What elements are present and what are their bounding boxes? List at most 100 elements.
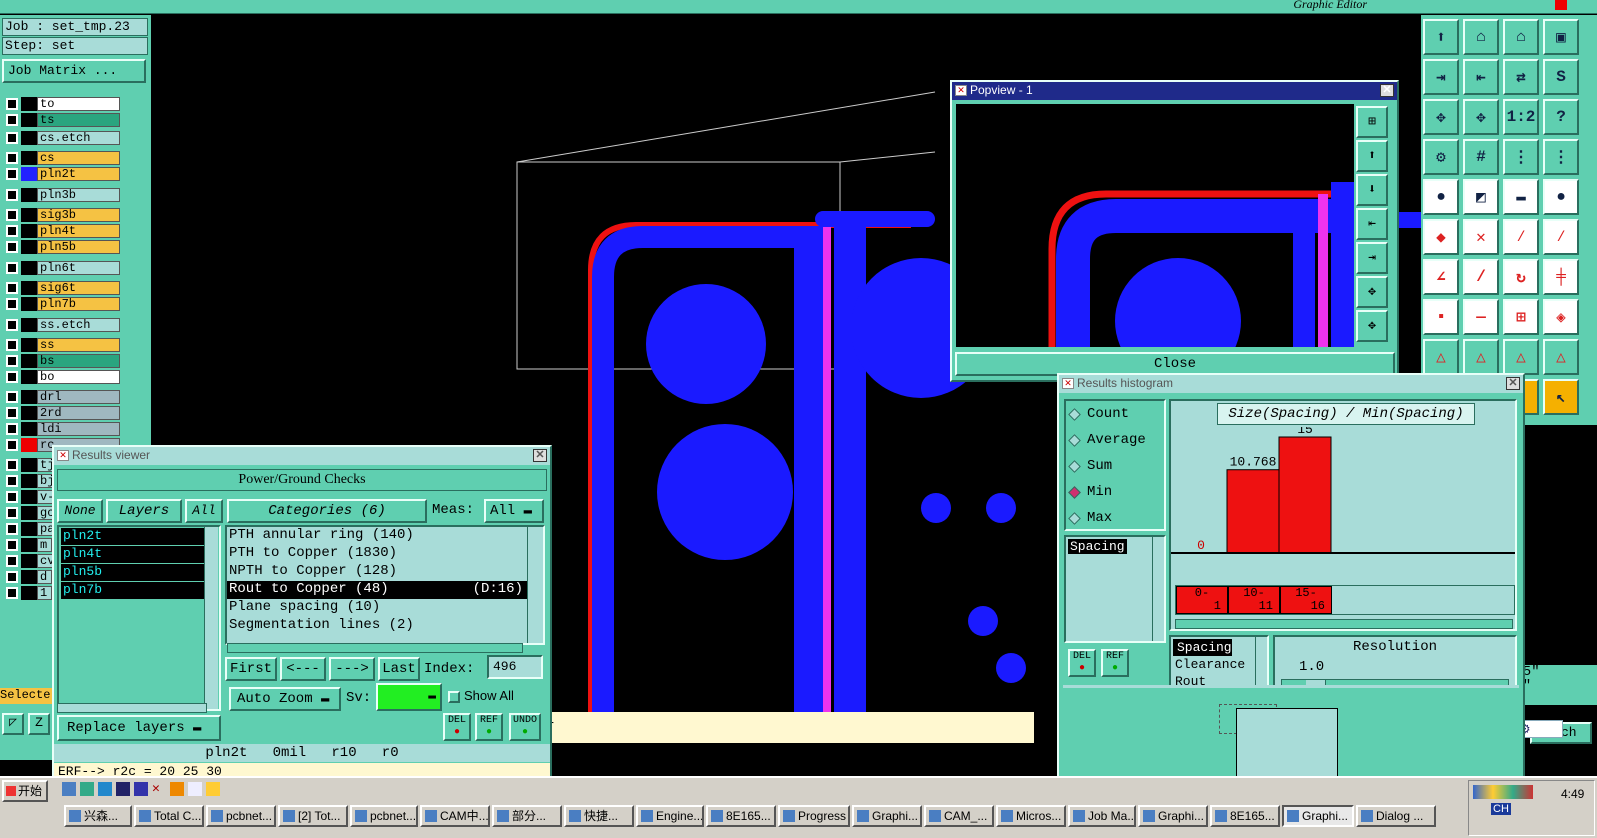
- center-icon[interactable]: ✥: [1463, 99, 1499, 135]
- select-icon[interactable]: ▪: [1423, 299, 1459, 335]
- stat-radio[interactable]: Sum: [1066, 453, 1164, 479]
- next-button[interactable]: --->: [329, 657, 375, 681]
- category-item[interactable]: Plane spacing (10): [227, 599, 527, 617]
- stat-radio[interactable]: Average: [1066, 427, 1164, 453]
- layer-checkbox[interactable]: [6, 571, 18, 583]
- start-button[interactable]: 开始: [2, 780, 48, 802]
- taskbar-item[interactable]: pcbnet...: [206, 805, 276, 827]
- layer-checkbox[interactable]: [6, 339, 18, 351]
- fit-icon[interactable]: ✥: [1423, 99, 1459, 135]
- app-icon[interactable]: [134, 782, 148, 796]
- layer-checkbox[interactable]: [6, 475, 18, 487]
- all-button[interactable]: All: [185, 499, 223, 523]
- layer-checkbox[interactable]: [6, 189, 18, 201]
- stat-radio[interactable]: Max: [1066, 505, 1164, 531]
- browser-icon[interactable]: [98, 782, 112, 796]
- layer-checkbox[interactable]: [6, 241, 18, 253]
- ref-button[interactable]: REF ●: [475, 713, 503, 741]
- category-item[interactable]: Segmentation lines (2): [227, 617, 527, 635]
- zoom-in-icon[interactable]: ⬆: [1423, 19, 1459, 55]
- layer-row[interactable]: pln6t: [2, 261, 120, 275]
- taskbar-item[interactable]: [2] Tot...: [278, 805, 348, 827]
- layer-checkbox[interactable]: [6, 262, 18, 274]
- taskbar-item[interactable]: Dialog ...: [1356, 805, 1436, 827]
- taskbar-item[interactable]: Job Ma...: [1068, 805, 1136, 827]
- taskbar-item[interactable]: Graphi...: [1138, 805, 1208, 827]
- layer-row[interactable]: gc: [2, 506, 56, 520]
- help-icon[interactable]: ?: [1543, 99, 1579, 135]
- type-item[interactable]: Clearance: [1171, 656, 1267, 673]
- del-button[interactable]: DEL ●: [443, 713, 471, 741]
- layer-checkbox[interactable]: [6, 555, 18, 567]
- taskbar-item[interactable]: Graphi...: [1282, 805, 1354, 827]
- draw-icon[interactable]: /: [1463, 259, 1499, 295]
- category-item[interactable]: NPTH to Copper (128): [227, 563, 527, 581]
- popview-canvas[interactable]: [956, 104, 1354, 347]
- tray-icons[interactable]: [1473, 785, 1533, 799]
- save-icon[interactable]: [116, 782, 130, 796]
- del-button[interactable]: DEL ●: [1068, 649, 1096, 677]
- undo-button[interactable]: UNDO ●: [509, 713, 541, 741]
- layer-list-item[interactable]: pln5b: [61, 564, 205, 581]
- cursor-icon[interactable]: ↖: [1543, 379, 1579, 415]
- zoom-out-icon[interactable]: ⬇: [1356, 174, 1388, 206]
- scrollbar[interactable]: [57, 703, 207, 713]
- taskbar-item[interactable]: 快捷...: [564, 805, 634, 827]
- layer-row[interactable]: ts: [2, 113, 120, 127]
- layer-checkbox[interactable]: [6, 523, 18, 535]
- taskbar-item[interactable]: Graphi...: [852, 805, 922, 827]
- layer-row[interactable]: cs: [2, 151, 120, 165]
- box-icon[interactable]: ⊞: [1503, 299, 1539, 335]
- layer-row[interactable]: bs: [2, 354, 120, 368]
- categories-button[interactable]: Categories (6): [227, 499, 427, 523]
- layer-checkbox[interactable]: [6, 423, 18, 435]
- swap-icon[interactable]: ⇄: [1503, 59, 1539, 95]
- layer-checkbox[interactable]: [6, 391, 18, 403]
- layer-row[interactable]: drl: [2, 390, 120, 404]
- layer-checkbox[interactable]: [6, 114, 18, 126]
- line-icon[interactable]: ∕: [1503, 219, 1539, 255]
- layer-checkbox[interactable]: [6, 587, 18, 599]
- cross-icon[interactable]: ✕: [1463, 219, 1499, 255]
- layer-checkbox[interactable]: [6, 459, 18, 471]
- category-item[interactable]: Rout to Copper (48) (D:16): [227, 581, 527, 599]
- layer-checkbox[interactable]: [6, 507, 18, 519]
- none-button[interactable]: None: [57, 499, 103, 523]
- pan-right-icon[interactable]: ⇤: [1463, 59, 1499, 95]
- layer-checkbox[interactable]: [6, 539, 18, 551]
- chart-scrollbar[interactable]: [1175, 619, 1513, 629]
- layer-list-item[interactable]: pln4t: [61, 546, 205, 563]
- snap-icon[interactable]: S: [1543, 59, 1579, 95]
- close-icon[interactable]: ✕: [1380, 84, 1394, 97]
- layers-button[interactable]: Layers: [106, 499, 182, 523]
- prev-button[interactable]: <---: [280, 657, 326, 681]
- scrollbar[interactable]: [227, 643, 523, 653]
- layer-row[interactable]: pln2t: [2, 167, 120, 181]
- desktop-icon[interactable]: [62, 782, 76, 796]
- layer-row[interactable]: pln4t: [2, 224, 120, 238]
- taskbar-item[interactable]: 部分...: [492, 805, 562, 827]
- layer-checkbox[interactable]: [6, 132, 18, 144]
- chrome-icon[interactable]: [170, 782, 184, 796]
- layer-row[interactable]: tj: [2, 458, 56, 472]
- layer-checkbox[interactable]: [6, 439, 18, 451]
- taskbar-item[interactable]: CAM_...: [924, 805, 994, 827]
- taskbar-item[interactable]: Total C...: [134, 805, 204, 827]
- layer-row[interactable]: bj: [2, 474, 56, 488]
- close-icon[interactable]: ✕: [533, 449, 547, 462]
- zoom-tool-icon[interactable]: Z: [28, 713, 50, 735]
- language-indicator[interactable]: CH: [1491, 803, 1511, 815]
- layer-row[interactable]: pln3b: [2, 188, 120, 202]
- category-item[interactable]: PTH to Copper (1830): [227, 545, 527, 563]
- layer-row[interactable]: sig3b: [2, 208, 120, 222]
- center-icon[interactable]: ✥: [1356, 310, 1388, 342]
- select-tool-icon[interactable]: ◸: [2, 713, 24, 735]
- layer-checkbox[interactable]: [6, 282, 18, 294]
- line-icon[interactable]: —: [1463, 299, 1499, 335]
- layer-checkbox[interactable]: [6, 355, 18, 367]
- pan-left-icon[interactable]: ⇤: [1356, 208, 1388, 240]
- layer-row[interactable]: to: [2, 97, 120, 111]
- line-icon[interactable]: ∕: [1543, 219, 1579, 255]
- category-item[interactable]: PTH annular ring (140): [227, 527, 527, 545]
- layer-row[interactable]: v-: [2, 490, 56, 504]
